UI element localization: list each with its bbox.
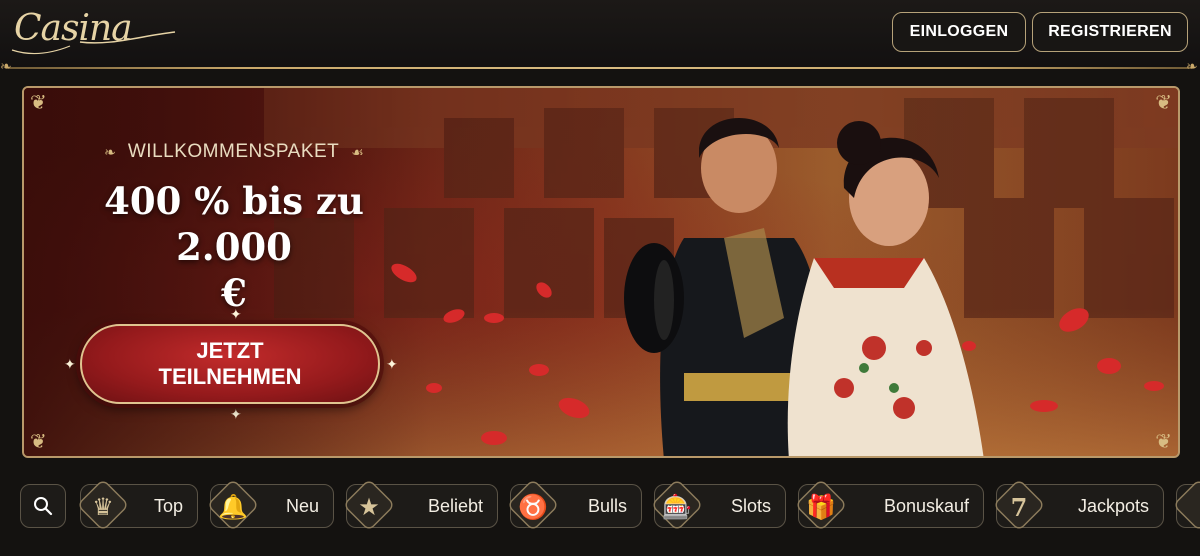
- category-label: Beliebt: [427, 495, 483, 516]
- promo-title-line: 400 % bis zu 2.000: [104, 179, 364, 269]
- divider-ornament-icon: ❧: [1186, 58, 1198, 74]
- register-button[interactable]: REGISTRIEREN: [1032, 12, 1188, 52]
- category-label: Bulls: [587, 495, 627, 516]
- corner-ornament-icon: ❦: [1155, 92, 1172, 114]
- search-button[interactable]: [20, 484, 66, 528]
- sparkle-icon: ✦: [230, 306, 242, 322]
- corner-ornament-icon: ❦: [30, 92, 47, 114]
- cta-wrapper: ✦ ✦ ✦ ✦ JETZT TEILNEHMEN: [64, 306, 400, 422]
- category-jackpots[interactable]: 7 Jackpots: [992, 478, 1164, 532]
- join-now-button[interactable]: JETZT TEILNEHMEN: [80, 324, 380, 404]
- category-slots[interactable]: 🎰 Slots: [650, 478, 786, 532]
- category-label: Slots: [730, 495, 771, 516]
- crown-icon: ♛: [92, 493, 114, 521]
- bull-icon: ♉: [518, 493, 548, 521]
- top-header: Casina EINLOGGEN REGISTRIEREN ❧ ❧: [0, 0, 1200, 74]
- category-label: Bonuskauf: [883, 495, 969, 516]
- promo-label: WILLKOMMENSPAKET: [127, 141, 340, 162]
- corner-ornament-icon: ❦: [1155, 431, 1172, 453]
- sparkle-icon: ✦: [386, 356, 398, 372]
- promo-banner[interactable]: ❦ ❦ ❦ ❦ ❧ WILLKOMMENSPAKET ☙ 400 % bis z…: [22, 86, 1180, 458]
- icon-frame: [1172, 478, 1200, 532]
- promo-label-row: ❧ WILLKOMMENSPAKET ☙: [74, 140, 394, 164]
- category-bulls[interactable]: ♉ Bulls: [506, 478, 642, 532]
- cta-label-line: TEILNEHMEN: [158, 364, 302, 389]
- category-more-partial[interactable]: [1172, 478, 1200, 532]
- cta-label-line: JETZT: [196, 338, 264, 363]
- sparkle-icon: ✦: [64, 356, 76, 372]
- header-divider: [8, 67, 1192, 69]
- flourish-left-icon: ❧: [104, 143, 116, 160]
- slot-machine-icon: 🎰: [662, 493, 692, 521]
- login-button[interactable]: EINLOGGEN: [892, 12, 1026, 52]
- category-new[interactable]: 🔔 Neu: [206, 478, 334, 532]
- sparkle-icon: ✦: [230, 406, 242, 422]
- gift-icon: 🎁: [806, 493, 836, 521]
- category-popular[interactable]: ★ Beliebt: [342, 478, 498, 532]
- logo[interactable]: Casina: [10, 6, 180, 58]
- flourish-right-icon: ☙: [351, 143, 364, 160]
- category-label: Jackpots: [1077, 495, 1149, 516]
- corner-ornament-icon: ❦: [30, 431, 47, 453]
- seven-icon: 7: [1010, 492, 1028, 522]
- category-bar: ♛ Top 🔔 Neu ★ Beliebt ♉ Bulls 🎰 Slots 🎁 …: [0, 470, 1200, 556]
- category-bonus-buy[interactable]: 🎁 Bonuskauf: [794, 478, 984, 532]
- category-label: Top: [153, 495, 183, 516]
- category-label: Neu: [285, 495, 319, 516]
- bell-icon: 🔔: [218, 493, 248, 521]
- search-icon: [34, 497, 53, 516]
- star-icon: ★: [358, 493, 380, 521]
- divider-ornament-icon: ❧: [0, 58, 12, 74]
- logo-swash-icon: [11, 31, 176, 55]
- category-top[interactable]: ♛ Top: [76, 478, 198, 532]
